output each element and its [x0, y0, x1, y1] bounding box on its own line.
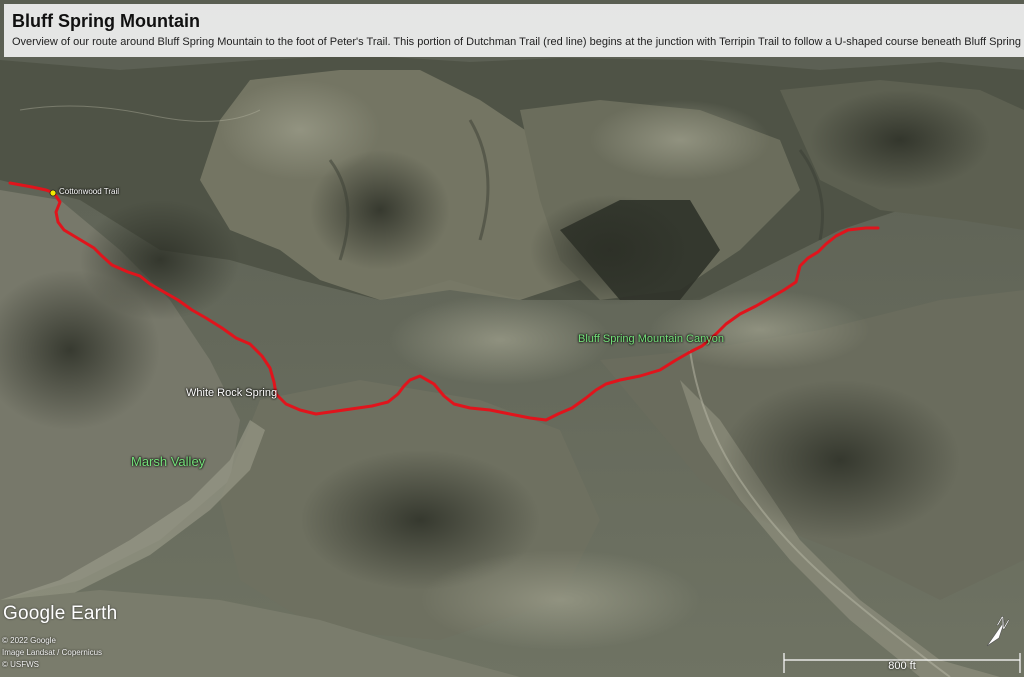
page-title: Bluff Spring Mountain	[12, 11, 200, 31]
cottonwood-trail-label[interactable]: Cottonwood Trail	[59, 187, 119, 196]
white-rock-spring-label[interactable]: White Rock Spring	[186, 387, 277, 399]
satellite-terrain-map[interactable]	[0, 0, 1024, 677]
info-header-panel: Bluff Spring Mountain Overview of our ro…	[4, 4, 1024, 57]
description-text: Overview of our route around Bluff Sprin…	[12, 36, 1024, 48]
trail-junction-pin-icon	[49, 189, 57, 197]
google-earth-logo: Google Earth	[3, 603, 118, 624]
marsh-valley-label[interactable]: Marsh Valley	[131, 454, 205, 469]
scale-bar-label: 800 ft	[888, 660, 916, 672]
copyright-credit: © 2022 Google	[2, 636, 56, 645]
bluff-spring-mountain-canyon-label[interactable]: Bluff Spring Mountain Canyon	[578, 333, 724, 345]
north-arrow-icon[interactable]: N	[983, 612, 1017, 650]
compass-letter: N	[994, 613, 1012, 633]
usfws-credit: © USFWS	[2, 660, 40, 669]
imagery-credit: Image Landsat / Copernicus	[2, 648, 103, 657]
